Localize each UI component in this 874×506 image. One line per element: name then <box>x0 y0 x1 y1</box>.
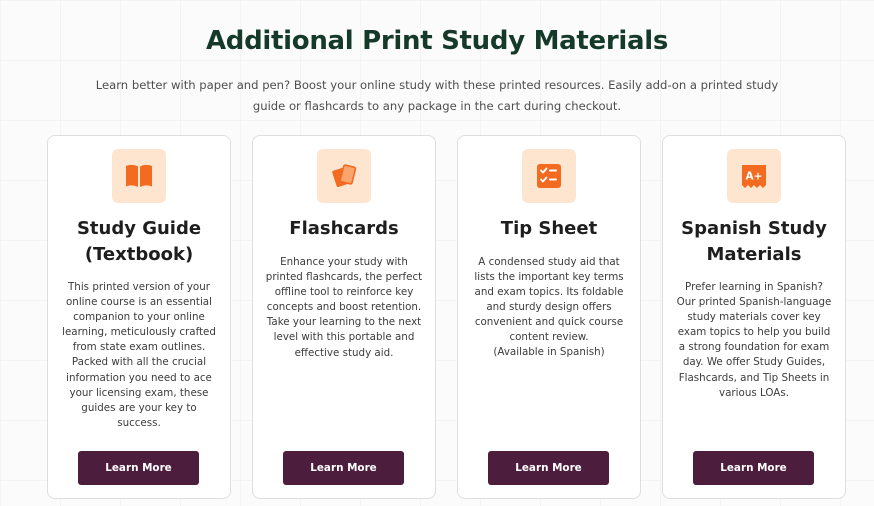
card-title: Tip Sheet <box>500 218 598 239</box>
learn-more-spanish-button[interactable]: Learn More <box>693 451 814 485</box>
flashcards-icon <box>332 164 357 188</box>
card-note: (Available in Spanish) <box>493 346 605 358</box>
card-icon-box <box>112 149 166 203</box>
card-title: Flashcards <box>289 218 399 239</box>
card-study-guide: Study Guide (Textbook) This printed vers… <box>47 135 231 499</box>
card-description: This printed version of your online cour… <box>62 281 216 429</box>
card-title: Study Guide (Textbook) <box>76 218 202 265</box>
svg-text:A+: A+ <box>746 171 763 183</box>
card-description: Enhance your study with printed flashcar… <box>265 256 423 359</box>
card-flashcards: Flashcards Enhance your study with print… <box>252 135 436 499</box>
learn-more-flashcards-button[interactable]: Learn More <box>283 451 404 485</box>
card-description: Prefer learning in Spanish? Our printed … <box>676 281 832 399</box>
card-spanish-study-materials: A+ Spanish Study Materials Prefer learni… <box>662 135 846 499</box>
page-background: Additional Print Study Materials Learn b… <box>0 0 874 506</box>
card-tip-sheet: Tip Sheet A condensed study aid that lis… <box>457 135 641 499</box>
card-description: A condensed study aid that lists the imp… <box>474 256 624 344</box>
section-subtitle: Learn better with paper and pen? Boost y… <box>95 78 779 113</box>
grade-a-plus-icon: A+ <box>742 165 766 188</box>
learn-more-tip-sheet-button[interactable]: Learn More <box>488 451 609 485</box>
checklist-icon <box>537 164 561 188</box>
card-icon-box <box>522 149 576 203</box>
book-icon <box>126 164 152 187</box>
learn-more-study-guide-button[interactable]: Learn More <box>78 451 199 485</box>
section-title: Additional Print Study Materials <box>205 26 669 56</box>
card-icon-box <box>317 149 371 203</box>
card-icon-box: A+ <box>727 149 781 203</box>
card-title: Spanish Study Materials <box>681 218 827 265</box>
